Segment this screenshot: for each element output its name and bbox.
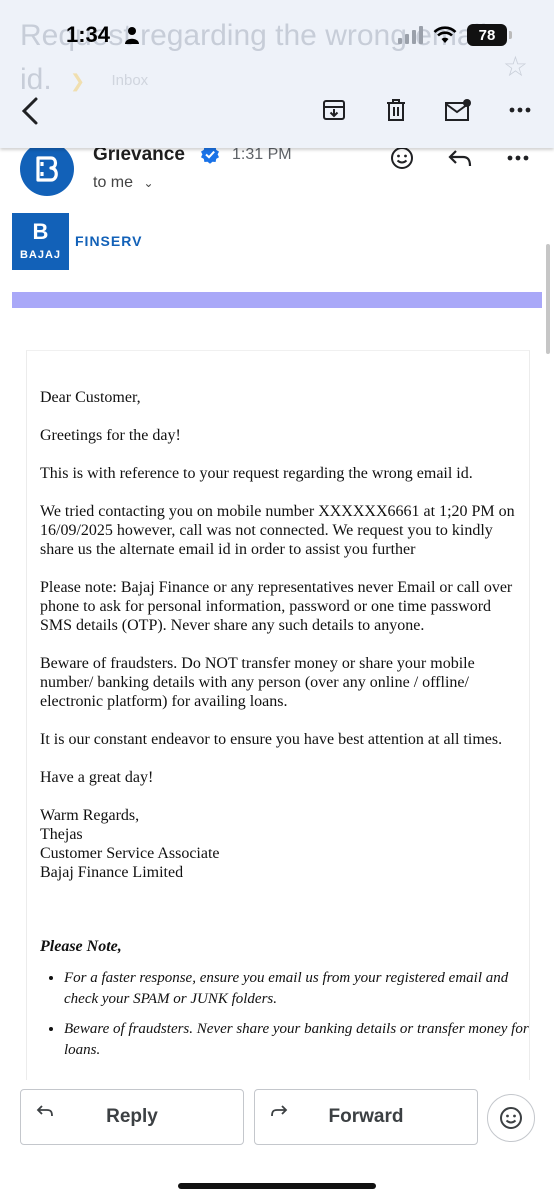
list-item: Beware of fraudsters. Never share your b…	[64, 1019, 534, 1061]
signer-title: Customer Service Associate	[40, 845, 220, 862]
list-item: For a faster response, ensure you email …	[64, 968, 534, 1010]
message-toolbar	[320, 96, 534, 124]
note-title: Please Note,	[40, 938, 122, 955]
more-icon[interactable]	[506, 96, 534, 124]
wifi-icon	[433, 26, 457, 43]
sign-off: Warm Regards,	[40, 807, 140, 824]
logo-word: BAJAJ	[19, 249, 62, 261]
forward-label: Forward	[328, 1106, 404, 1127]
sender-row[interactable]: Grievance 1:31 PM to me ⌄	[0, 142, 554, 208]
signer-name: Thejas	[40, 826, 83, 843]
paragraph: We tried contacting you on mobile number…	[40, 503, 515, 558]
forward-icon	[271, 1105, 288, 1117]
company-name: Bajaj Finance Limited	[40, 864, 184, 881]
reply-button[interactable]: Reply	[20, 1089, 244, 1145]
status-indicators: 78	[398, 24, 512, 46]
recipient-toggle[interactable]: to me ⌄	[93, 174, 154, 192]
battery-icon: 78	[467, 24, 507, 46]
star-icon[interactable]: ☆	[503, 50, 528, 83]
reply-label: Reply	[106, 1106, 158, 1127]
paragraph: Greetings for the day!	[40, 427, 181, 444]
reply-icon	[36, 1105, 53, 1117]
paragraph: This is with reference to your request r…	[40, 465, 473, 482]
home-indicator[interactable]	[178, 1183, 376, 1189]
more-icon[interactable]	[504, 144, 532, 172]
back-icon[interactable]	[18, 96, 44, 126]
logo-mark: B	[32, 219, 49, 244]
header-band	[12, 292, 542, 308]
signal-icon	[398, 26, 423, 44]
inbox-label-chip[interactable]: Inbox	[111, 72, 148, 89]
emoji-react-button[interactable]	[487, 1094, 535, 1142]
forward-button[interactable]: Forward	[254, 1089, 478, 1145]
message-row-actions	[388, 144, 532, 172]
importance-chevron-icon: ❯	[70, 71, 86, 92]
status-time: 1:34	[66, 22, 111, 47]
paragraph: Beware of fraudsters. Do NOT transfer mo…	[40, 655, 475, 710]
bajaj-finserv-logo: B BAJAJ FINSERV	[12, 212, 142, 270]
sent-time: 1:31 PM	[232, 146, 292, 163]
paragraph: Have a great day!	[40, 769, 154, 786]
top-app-bar: Request regarding the wrong email id. ❯ …	[0, 0, 554, 148]
logo-finserv: FINSERV	[75, 233, 143, 249]
delete-icon[interactable]	[382, 96, 410, 124]
person-icon	[125, 27, 139, 44]
emoji-icon	[500, 1107, 522, 1129]
reply-icon[interactable]	[446, 144, 474, 172]
archive-icon[interactable]	[320, 96, 348, 124]
sender-avatar[interactable]	[20, 142, 74, 196]
bajaj-logo-box: B BAJAJ	[12, 212, 69, 270]
email-body: Dear Customer, Greetings for the day! Th…	[40, 388, 520, 882]
scrollbar[interactable]	[546, 244, 550, 354]
bajaj-logo-icon	[36, 156, 58, 182]
battery-tip	[509, 31, 512, 39]
mark-unread-icon[interactable]	[444, 96, 472, 124]
note-list: For a faster response, ensure you email …	[40, 968, 534, 1070]
emoji-icon[interactable]	[388, 144, 416, 172]
bottom-actions: Reply Forward	[0, 1080, 554, 1200]
paragraph: Please note: Bajaj Finance or any repres…	[40, 579, 513, 634]
paragraph: It is our constant endeavor to ensure yo…	[40, 731, 503, 748]
chevron-down-icon: ⌄	[143, 176, 154, 190]
recipient-label: to me	[93, 174, 134, 191]
greeting: Dear Customer,	[40, 389, 141, 406]
